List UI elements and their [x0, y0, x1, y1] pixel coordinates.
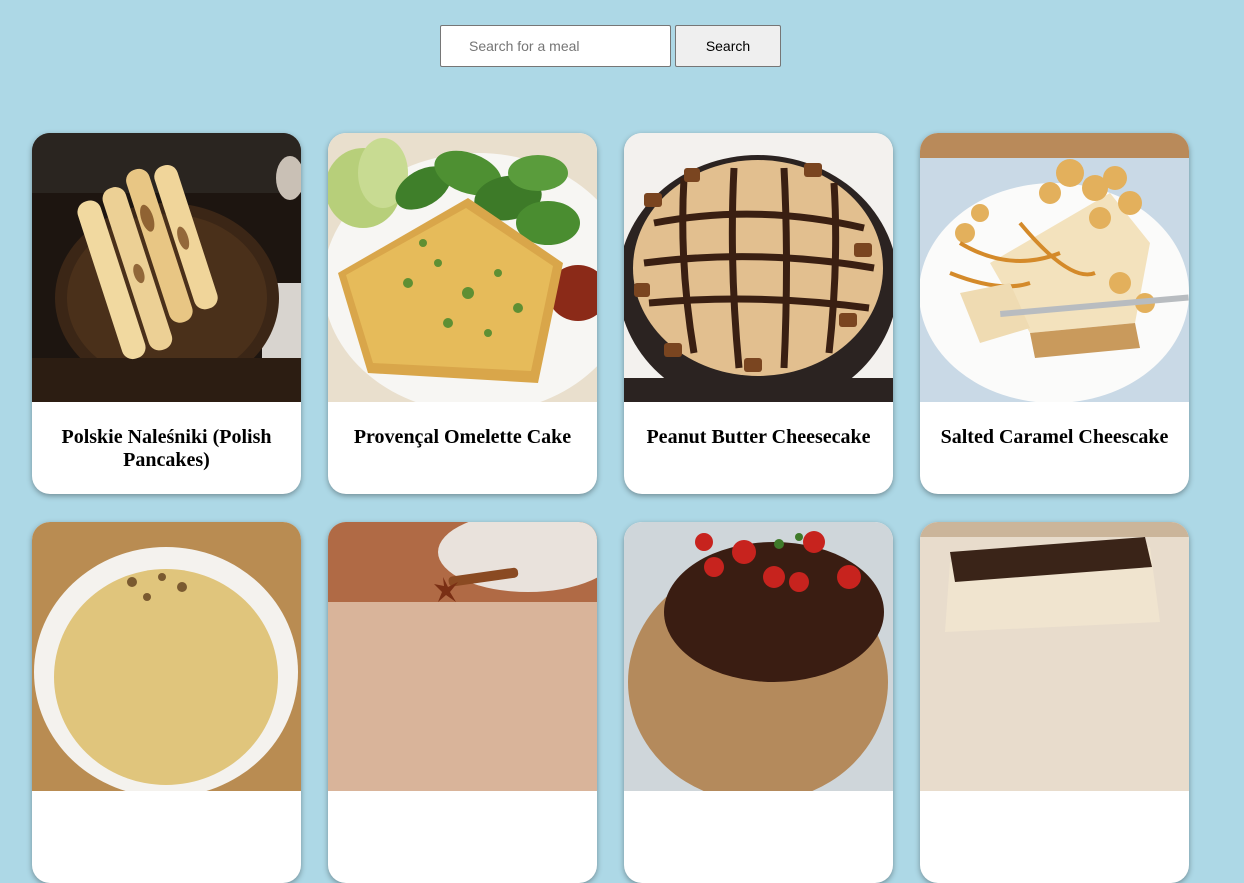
meal-card[interactable] [32, 522, 301, 883]
meal-image [624, 133, 893, 402]
meal-title: Peanut Butter Cheesecake [646, 426, 871, 448]
meal-card[interactable]: Peanut Butter Cheesecake [624, 133, 893, 494]
meal-image [328, 133, 597, 402]
search-button[interactable]: Search [675, 25, 781, 67]
meal-image [920, 522, 1189, 791]
meal-card[interactable]: Provençal Omelette Cake [328, 133, 597, 494]
meal-title [32, 791, 301, 883]
meal-card[interactable] [624, 522, 893, 883]
meal-image [624, 522, 893, 791]
meal-card[interactable] [920, 522, 1189, 883]
meal-card[interactable] [328, 522, 597, 883]
meal-image [328, 522, 597, 791]
meal-image [32, 133, 301, 402]
meal-title: Polskie Naleśniki (Polish Pancakes) [61, 426, 272, 471]
meal-card[interactable]: Salted Caramel Cheescake [920, 133, 1189, 494]
meal-title [624, 791, 893, 883]
search-bar: Search [440, 25, 781, 67]
meal-title: Salted Caramel Cheescake [940, 426, 1169, 448]
meal-title [328, 791, 597, 883]
meal-title: Provençal Omelette Cake [353, 426, 572, 448]
meal-grid: Polskie Naleśniki (Polish Pancakes) Prov… [32, 133, 1189, 883]
meal-card[interactable]: Polskie Naleśniki (Polish Pancakes) [32, 133, 301, 494]
meal-title [920, 791, 1189, 883]
meal-image [920, 133, 1189, 402]
search-input[interactable] [440, 25, 671, 67]
meal-image [32, 522, 301, 791]
